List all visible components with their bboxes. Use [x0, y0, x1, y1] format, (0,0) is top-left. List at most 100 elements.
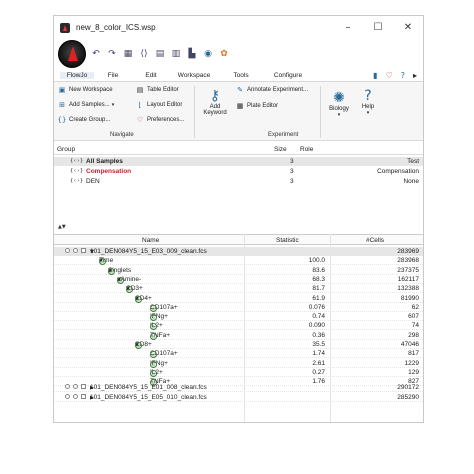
menu-flowjo[interactable]: FlowJo [60, 71, 94, 79]
sample-radio[interactable] [65, 383, 70, 389]
expand-down-icon[interactable]: ▼ [90, 249, 94, 255]
table-editor-button[interactable]: ▤ Table Editor [136, 86, 179, 94]
chevron-down-icon: ▾ [337, 112, 341, 118]
row-cells: 47046 [400, 341, 419, 348]
quick-access-toolbar: ↶ ↷ ▦ ⟨⟩ ▤ ▥ ▙ ◉ ✿ [54, 39, 423, 69]
preferences-button[interactable]: ♡ Preferences... [136, 116, 185, 124]
gate-row[interactable]: ◎ IFNg+ 0.74 607 [54, 312, 423, 322]
group-icon: {‹›} [70, 178, 84, 184]
group-column-header[interactable]: Group [57, 146, 75, 153]
row-statistic: 0.090 [308, 322, 325, 330]
gate-row[interactable]: ▼ ◎ CD4+ 61.9 81990 [54, 294, 423, 303]
gate-name: ◎ IFNg+ [144, 360, 168, 368]
sample-row[interactable]: ▶ 101_DEN084Y5_15_E01_008_clean.fcs 29017… [54, 383, 423, 392]
menu-edit[interactable]: Edit [134, 72, 168, 79]
sample-radio[interactable] [73, 393, 78, 399]
statistic-column-header[interactable]: Statistic [276, 237, 299, 244]
experiment-group-label: Experiment [268, 132, 299, 138]
heart-icon[interactable]: ♡ [386, 71, 393, 80]
window-controls: – ☐ ✕ [333, 16, 423, 39]
bookmark-icon[interactable]: ▮ [373, 71, 377, 80]
app-icon [60, 22, 70, 33]
gate-row[interactable]: ◎ CD107a+ 0.076 62 [54, 303, 423, 312]
sample-row[interactable]: ▼ 101_DEN084Y5_15_E03_009_clean.fcs 28396… [54, 247, 423, 256]
expand-right-icon[interactable]: ▶ [90, 395, 94, 401]
sample-row[interactable]: ▶ 101_DEN084Y5_15_E05_010_clean.fcs 28529… [54, 393, 423, 402]
close-button[interactable]: ✕ [393, 16, 423, 39]
pane-splitter[interactable]: ▲▼ [54, 224, 423, 230]
group-row-den[interactable]: {‹›} DEN 3 None [54, 177, 423, 186]
sample-name: ▼ 101_DEN084Y5_15_E03_009_clean.fcs [90, 248, 207, 255]
gate-icon[interactable]: ⟨⟩ [138, 48, 150, 60]
gate-icon: ◎ [150, 360, 157, 368]
menu-file[interactable]: File [96, 72, 130, 79]
group-row-all-samples[interactable]: {‹›} All Samples 3 Test [54, 157, 423, 166]
gate-row[interactable]: ▼ ◎ Singlets 83.6 237375 [54, 266, 423, 275]
row-statistic: 83.6 [312, 266, 325, 274]
menu-tools[interactable]: Tools [224, 72, 258, 79]
row-cells: 290172 [397, 383, 419, 391]
sample-radio[interactable] [73, 383, 78, 389]
menu-configure[interactable]: Configure [268, 72, 308, 79]
biology-button[interactable]: ✺ Biology ▾ [324, 90, 354, 118]
gate-row[interactable]: ▼ ◎ CD3+ 81.7 132388 [54, 284, 423, 294]
gate-row[interactable]: ▼ ◎ Time 100.0 283968 [54, 256, 423, 266]
chart-icon[interactable]: ▙ [186, 48, 198, 60]
options-icon[interactable]: ▸ [413, 71, 417, 80]
gate-row[interactable]: ◎ CD107a+ 1.74 817 [54, 349, 423, 359]
row-statistic: 68.3 [312, 275, 325, 283]
sample-checkbox[interactable] [81, 393, 86, 399]
gate-row[interactable]: ◎ TNFa+ 0.36 298 [54, 331, 423, 340]
undo-icon[interactable]: ↶ [90, 48, 102, 60]
refresh-icon[interactable]: ◉ [202, 48, 214, 60]
cells-column-header[interactable]: #Cells [366, 237, 384, 244]
gate-row[interactable]: ▼ ◎ aAmine- 68.3 162117 [54, 275, 423, 284]
group-role: Test [407, 158, 419, 165]
expand-right-icon[interactable]: ▶ [90, 385, 94, 391]
size-column-header[interactable]: Size [274, 146, 287, 153]
new-workspace-button[interactable]: ▣ New Workspace [58, 86, 113, 94]
plugin-icon[interactable]: ✿ [218, 48, 230, 60]
layout-editor-button[interactable]: ⌊ Layout Editor [136, 101, 183, 109]
minimize-button[interactable]: – [333, 16, 363, 39]
plate-editor-button[interactable]: ▦ Plate Editor [236, 102, 278, 110]
layout-editor-icon: ⌊ [138, 101, 142, 109]
flowjo-logo-icon[interactable] [58, 40, 86, 68]
help-icon[interactable]: ? [401, 71, 405, 80]
row-cells: 74 [411, 322, 419, 330]
sample-radio[interactable] [65, 248, 70, 253]
gate-row[interactable]: ◎ IL2+ 0.090 74 [54, 321, 423, 331]
name-column-header[interactable]: Name [142, 237, 159, 244]
role-column-header[interactable]: Role [300, 146, 313, 153]
gate-name: ▼ ◎ CD3+ [126, 285, 143, 294]
help-button[interactable]: ? Help ▾ [356, 88, 380, 116]
group-size: 3 [290, 158, 294, 165]
plate-icon[interactable]: ▥ [170, 48, 182, 60]
row-cells: 607 [408, 313, 419, 321]
title-bar: new_8_color_ICS.wsp – ☐ ✕ [54, 16, 423, 39]
group-name: DEN [86, 178, 100, 185]
layout-icon[interactable]: ▦ [122, 48, 134, 60]
create-group-button[interactable]: {} Create Group... [58, 116, 111, 124]
add-keyword-button[interactable]: ⚷ Add Keyword [200, 88, 230, 116]
sample-radio[interactable] [73, 248, 78, 253]
menu-workspace[interactable]: Workspace [174, 72, 214, 79]
gate-row[interactable]: ◎ IL2+ 0.27 129 [54, 368, 423, 377]
annotate-experiment-button[interactable]: ✎ Annotate Experiment... [236, 86, 308, 94]
maximize-button[interactable]: ☐ [363, 16, 393, 39]
sample-radio[interactable] [65, 393, 70, 399]
gate-row[interactable]: ◎ IFNg+ 2.61 1229 [54, 359, 423, 368]
gate-name: ▼ ◎ CD8+ [135, 341, 152, 349]
sample-checkbox[interactable] [81, 248, 86, 253]
annotate-experiment-label: Annotate Experiment... [247, 87, 309, 93]
sample-checkbox[interactable] [81, 383, 86, 389]
table-icon[interactable]: ▤ [154, 48, 166, 60]
add-samples-button[interactable]: ⊞ Add Samples... ▾ [58, 101, 114, 109]
gate-row[interactable]: ▼ ◎ CD8+ 35.5 47046 [54, 340, 423, 349]
group-icon: {‹›} [70, 168, 84, 174]
redo-icon[interactable]: ↷ [106, 48, 118, 60]
chevron-down-icon: ▾ [111, 102, 115, 108]
row-statistic: 0.27 [312, 368, 325, 376]
row-label: 101_DEN084Y5_15_E05_010_clean.fcs [90, 393, 207, 401]
group-row-compensation[interactable]: {‹›} Compensation 3 Compensation [54, 167, 423, 176]
